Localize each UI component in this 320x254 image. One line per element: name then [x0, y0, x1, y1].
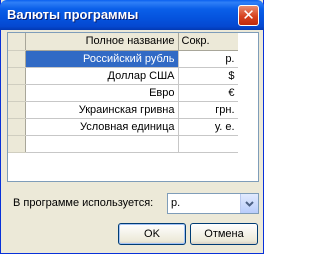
grid-row[interactable]: Украинская гривна грн. — [8, 101, 239, 119]
row-header-corner — [8, 33, 26, 51]
grid-new-row[interactable] — [8, 135, 239, 153]
close-icon: ✕ — [242, 7, 255, 24]
row-indicator[interactable] — [8, 84, 26, 102]
cell-full-name[interactable]: Доллар США — [25, 67, 179, 85]
row-indicator[interactable] — [8, 135, 26, 153]
chevron-down-icon — [245, 201, 254, 207]
cell-full-name[interactable]: Украинская гривна — [25, 101, 179, 119]
cell-short-name[interactable]: грн. — [178, 101, 239, 119]
dialog-window: Валюты программы ✕ Полное название Сокр.… — [0, 0, 264, 254]
grid-header: Полное название Сокр. — [8, 33, 239, 51]
grid-row[interactable]: Российский рубль р. — [8, 50, 239, 68]
grid-scroll-area — [238, 33, 258, 181]
row-indicator[interactable] — [8, 67, 26, 85]
cell-short-name[interactable] — [178, 135, 239, 153]
ok-button[interactable]: OK — [118, 223, 186, 245]
close-button[interactable]: ✕ — [238, 5, 259, 26]
cell-short-name[interactable]: р. — [178, 50, 239, 68]
row-indicator[interactable] — [8, 118, 26, 136]
window-title: Валюты программы — [7, 7, 139, 22]
currency-select-value: р. — [171, 197, 181, 209]
currency-selector-label: В программе используется: — [13, 197, 154, 209]
column-header-short[interactable]: Сокр. — [178, 33, 239, 51]
currency-grid[interactable]: Полное название Сокр. Российский рубль р… — [7, 32, 259, 182]
cell-short-name[interactable]: € — [178, 84, 239, 102]
title-bar: Валюты программы ✕ — [0, 0, 264, 30]
grid-row[interactable]: Евро € — [8, 84, 239, 102]
cell-full-name[interactable]: Евро — [25, 84, 179, 102]
cell-full-name[interactable]: Условная единица — [25, 118, 179, 136]
grid-row[interactable]: Доллар США $ — [8, 67, 239, 85]
cell-full-name[interactable]: Российский рубль — [25, 50, 179, 68]
row-indicator[interactable] — [8, 101, 26, 119]
column-header-full-name[interactable]: Полное название — [25, 33, 179, 51]
cancel-button[interactable]: Отмена — [190, 223, 258, 245]
grid-row[interactable]: Условная единица у. е. — [8, 118, 239, 136]
row-indicator[interactable] — [8, 50, 26, 68]
currency-select-dropdown-button[interactable] — [240, 194, 258, 213]
cell-short-name[interactable]: $ — [178, 67, 239, 85]
cell-short-name[interactable]: у. е. — [178, 118, 239, 136]
currency-select[interactable]: р. — [167, 193, 259, 214]
cell-full-name[interactable] — [25, 135, 179, 153]
